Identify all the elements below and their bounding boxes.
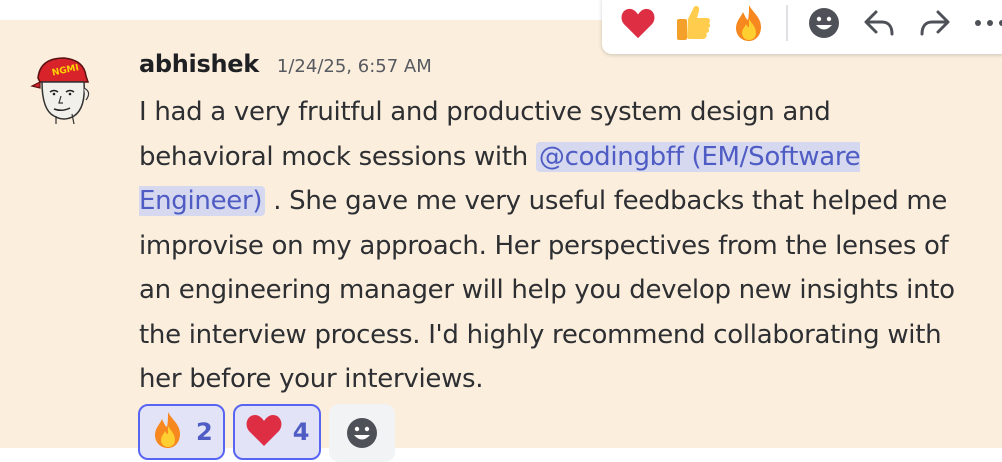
heart-icon [621,8,655,39]
reaction-heart[interactable]: 4 [232,404,322,460]
fire-icon [735,5,761,41]
quick-react-heart[interactable] [614,0,661,47]
reply-button[interactable] [856,0,903,47]
message-row[interactable]: NGMI abhishek 1/24/25, 6:57 AM I had a v… [0,20,1002,462]
meme-avatar-icon: NGMI [30,57,90,125]
add-reaction-toolbar-button[interactable] [800,0,847,47]
thumbs-up-icon [677,6,711,40]
add-reaction-button[interactable] [329,404,396,462]
add-reaction-icon [809,8,839,38]
fire-icon [150,410,186,454]
message-action-toolbar [602,0,1002,54]
message-header: abhishek 1/24/25, 6:57 AM [139,50,432,82]
author-username[interactable]: abhishek [139,50,259,78]
quick-react-thumbs-up[interactable] [669,0,716,47]
forward-button[interactable] [911,0,958,47]
user-avatar[interactable]: NGMI [30,52,94,125]
message-text-part: . She gave me very useful feedbacks that… [139,186,955,394]
reaction-count: 2 [196,418,213,446]
more-icon [975,20,1002,26]
quick-react-fire[interactable] [725,0,772,47]
heart-icon [245,412,283,452]
toolbar-divider [786,5,789,41]
add-reaction-icon [347,418,378,448]
message-content: I had a very fruitful and productive sys… [139,90,969,402]
message-timestamp[interactable]: 1/24/25, 6:57 AM [277,56,432,77]
forward-icon [920,10,950,36]
reaction-fire[interactable]: 2 [138,404,225,460]
reaction-count: 4 [292,418,310,446]
reactions-bar: 2 4 [138,404,396,462]
reply-icon [864,10,894,36]
more-options-button[interactable] [967,0,1002,47]
